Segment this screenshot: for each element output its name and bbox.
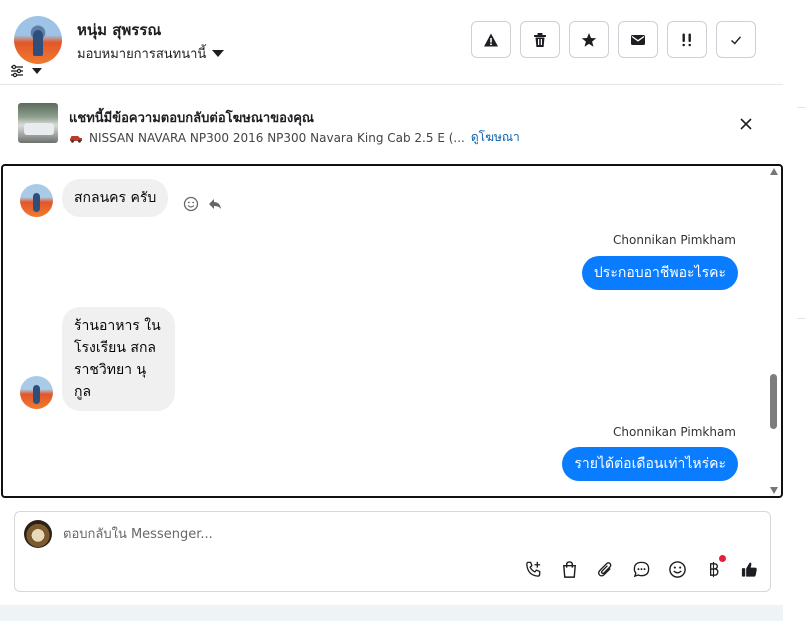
attach-button[interactable] [594, 558, 616, 580]
emoji-react-icon[interactable] [183, 196, 199, 212]
outgoing-message[interactable]: ประกอบอาชีพอะไรคะ [581, 256, 738, 290]
mark-unread-button[interactable] [618, 21, 658, 58]
car-icon [70, 135, 82, 143]
divider [797, 107, 806, 108]
envelope-icon [631, 34, 645, 45]
spam-button[interactable] [471, 21, 511, 58]
close-icon[interactable] [738, 116, 754, 132]
mark-done-button[interactable] [716, 21, 756, 58]
call-add-icon [525, 561, 540, 577]
baht-icon [709, 561, 718, 577]
chevron-down-icon [32, 68, 42, 74]
conversation-header: หนุ่ม สุพรรณ มอบหมายการสนทนานี้ [0, 0, 783, 85]
ad-listing-row: NISSAN NAVARA NP300 2016 NP300 Navara Ki… [69, 128, 520, 147]
reply-icon[interactable] [207, 196, 223, 212]
saved-replies-button[interactable] [630, 558, 652, 580]
thumbs-up-icon [741, 562, 757, 577]
contact-avatar[interactable] [14, 16, 62, 64]
paperclip-icon [597, 561, 611, 577]
emoji-icon [668, 560, 686, 578]
contact-avatar[interactable] [20, 376, 53, 409]
ad-listing-title: NISSAN NAVARA NP300 2016 NP300 Navara Ki… [89, 130, 465, 145]
message-text: สกลนคร ครับ [74, 190, 157, 206]
composer-toolbar [522, 555, 760, 580]
warning-icon [484, 33, 498, 46]
payment-button[interactable] [702, 555, 726, 580]
exclamation-icon [682, 33, 691, 46]
ad-thumbnail[interactable] [18, 103, 58, 143]
message-text: รายได้ต่อเดือนเท่าไหร่คะ [574, 456, 726, 472]
divider [797, 318, 806, 319]
incoming-message[interactable]: ร้านอาหาร ในโรงเรียน สกลราชวิทยา นุกูล [62, 307, 175, 411]
notification-dot [719, 555, 726, 562]
follow-up-button[interactable] [667, 21, 707, 58]
scrollbar-thumb[interactable] [770, 374, 777, 429]
chevron-down-icon [212, 50, 225, 57]
assign-label: มอบหมายการสนทนานี้ [77, 47, 207, 62]
star-icon [581, 32, 597, 47]
conversation-actions [471, 21, 756, 58]
outgoing-message[interactable]: รายได้ต่อเดือนเท่าไหร่คะ [562, 447, 738, 481]
adjacent-panel-edge [783, 0, 806, 621]
ad-banner-title: แชทนี้มีข้อความตอบกลับต่อโฆษณาของคุณ [69, 111, 314, 126]
star-button[interactable] [569, 21, 609, 58]
view-ad-link[interactable]: ดูโฆษณา [471, 128, 520, 147]
scroll-down-arrow-icon[interactable] [770, 487, 778, 494]
message-thread[interactable]: สกลนคร ครับ Chonnikan Pimkham ประกอบอาชี… [1, 164, 783, 498]
incoming-message[interactable]: สกลนคร ครับ [62, 179, 169, 217]
sender-name: Chonnikan Pimkham [613, 233, 736, 247]
contact-name[interactable]: หนุ่ม สุพรรณ [77, 18, 161, 42]
page-avatar [24, 520, 52, 548]
inbox-conversation-panel: หนุ่ม สุพรรณ มอบหมายการสนทนานี้ แชทนี้มี… [0, 0, 783, 605]
shop-button[interactable] [558, 558, 580, 580]
ad-reply-banner: แชทนี้มีข้อความตอบกลับต่อโฆษณาของคุณ NIS… [0, 86, 783, 163]
shopping-bag-icon [562, 560, 576, 578]
sliders-icon [11, 64, 23, 78]
scrollbar[interactable] [769, 168, 779, 494]
filter-dropdown[interactable] [10, 64, 42, 78]
contact-avatar[interactable] [20, 184, 53, 217]
sender-name: Chonnikan Pimkham [613, 425, 736, 439]
emoji-button[interactable] [666, 558, 688, 580]
chat-bubble-icon [633, 561, 649, 577]
message-actions [183, 196, 223, 212]
message-text: ร้านอาหาร ในโรงเรียน สกลราชวิทยา นุกูล [74, 318, 161, 400]
trash-icon [534, 32, 546, 47]
assign-conversation-dropdown[interactable]: มอบหมายการสนทนานี้ [77, 43, 225, 64]
call-button[interactable] [522, 558, 544, 580]
like-button[interactable] [738, 558, 760, 580]
message-text: ประกอบอาชีพอะไรคะ [593, 265, 726, 281]
delete-button[interactable] [520, 21, 560, 58]
check-icon [731, 35, 742, 45]
scroll-up-arrow-icon[interactable] [770, 168, 778, 175]
reply-input[interactable] [63, 524, 743, 544]
reply-composer [14, 511, 771, 592]
